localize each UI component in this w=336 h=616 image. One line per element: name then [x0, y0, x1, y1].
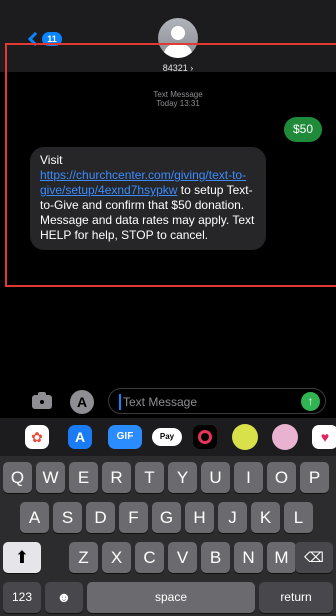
emoji-icon: ☻ [56, 589, 72, 605]
key-g[interactable]: G [152, 502, 181, 533]
camera-lens [38, 398, 46, 406]
keyboard-row-1: Q W E R T Y U I O P [0, 462, 336, 496]
key-t[interactable]: T [135, 462, 164, 493]
message-input[interactable]: Text Message ↑ [108, 388, 326, 414]
send-arrow-icon[interactable]: ↑ [301, 392, 320, 411]
key-l[interactable]: L [284, 502, 313, 533]
apple-pay-label: Pay [159, 432, 175, 441]
space-key[interactable]: space [87, 582, 255, 613]
shift-arrow-icon: ⬆ [14, 548, 30, 567]
imessage-app-drawer: ✿ A GIF Pay ♥ [0, 418, 336, 456]
key-v[interactable]: V [168, 542, 197, 573]
apple-pay-app-icon[interactable]: Pay [152, 428, 182, 446]
app-store-icon[interactable]: A [70, 390, 94, 414]
person-head-icon [171, 26, 185, 40]
key-c[interactable]: C [135, 542, 164, 573]
activity-app-icon[interactable] [193, 425, 217, 449]
camera-icon[interactable] [32, 392, 52, 409]
photos-app-icon[interactable]: ✿ [25, 425, 49, 449]
keyboard-row-4: 123 ☻ space return [0, 582, 336, 616]
keyboard: Q W E R T Y U I O P A S D F G H J K L ⬆ … [0, 456, 336, 616]
text-caret [119, 394, 121, 410]
key-e[interactable]: E [69, 462, 98, 493]
numbers-key[interactable]: 123 [3, 582, 41, 613]
emoji-key[interactable]: ☻ [45, 582, 83, 613]
digital-touch-app-icon[interactable]: ♥ [312, 425, 336, 449]
memoji-app-icon[interactable] [232, 424, 258, 450]
key-n[interactable]: N [234, 542, 263, 573]
key-z[interactable]: Z [69, 542, 98, 573]
backspace-key[interactable]: ⌫ [295, 542, 333, 573]
key-s[interactable]: S [53, 502, 82, 533]
shift-key[interactable]: ⬆ [3, 542, 41, 573]
key-p[interactable]: P [300, 462, 329, 493]
keyboard-row-3: ⬆ Z X C V B N M ⌫ [0, 542, 336, 576]
key-f[interactable]: F [119, 502, 148, 533]
key-y[interactable]: Y [168, 462, 197, 493]
key-h[interactable]: H [185, 502, 214, 533]
key-m[interactable]: M [267, 542, 296, 573]
key-k[interactable]: K [251, 502, 280, 533]
key-r[interactable]: R [102, 462, 131, 493]
key-d[interactable]: D [86, 502, 115, 533]
return-key[interactable]: return [259, 582, 333, 613]
gif-app-icon[interactable]: GIF [108, 425, 142, 449]
activity-ring-icon [198, 430, 212, 444]
memoji-stickers-app-icon[interactable] [272, 424, 298, 450]
key-x[interactable]: X [102, 542, 131, 573]
compose-bar: A Text Message ↑ [0, 386, 336, 418]
key-q[interactable]: Q [3, 462, 32, 493]
key-w[interactable]: W [36, 462, 65, 493]
camera-hump [38, 392, 46, 396]
key-o[interactable]: O [267, 462, 296, 493]
key-a[interactable]: A [20, 502, 49, 533]
key-j[interactable]: J [218, 502, 247, 533]
key-i[interactable]: I [234, 462, 263, 493]
keyboard-row-2: A S D F G H J K L [0, 502, 336, 536]
backspace-icon: ⌫ [304, 549, 324, 565]
message-input-placeholder: Text Message [123, 395, 198, 409]
app-store-app-icon[interactable]: A [68, 425, 92, 449]
key-u[interactable]: U [201, 462, 230, 493]
highlight-box [5, 43, 336, 287]
key-b[interactable]: B [201, 542, 230, 573]
